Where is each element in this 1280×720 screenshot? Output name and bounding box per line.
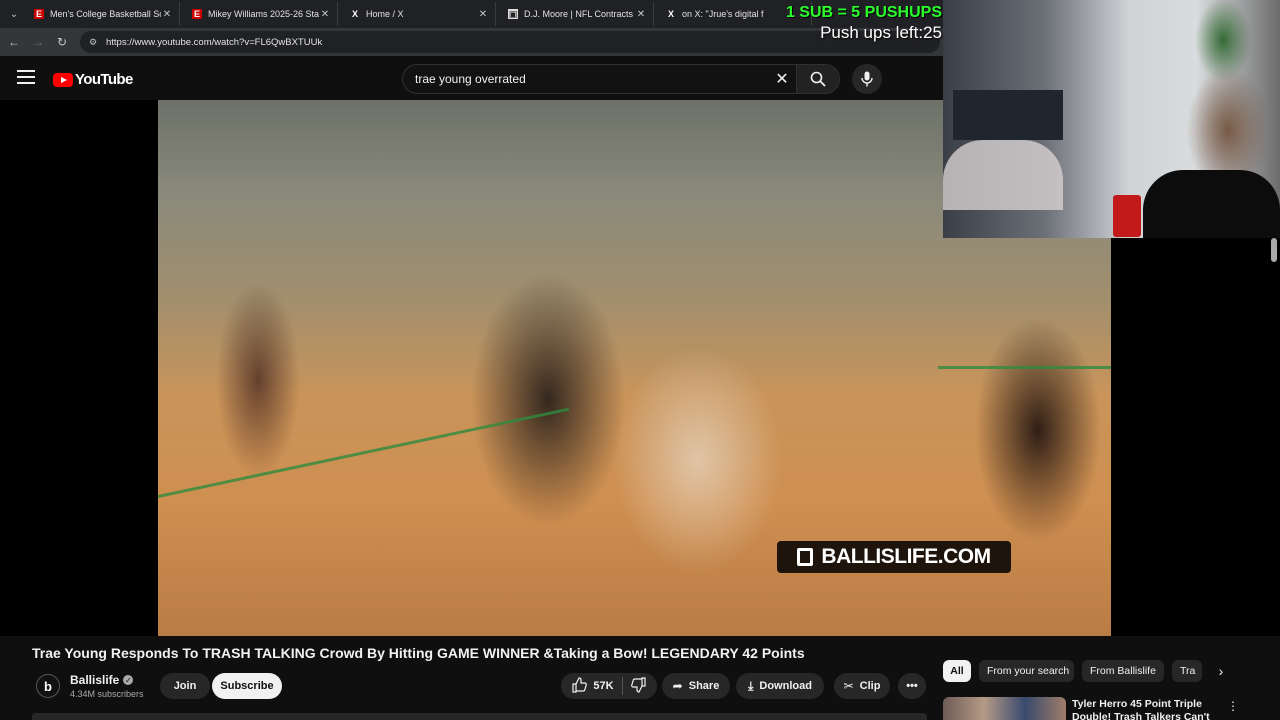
share-arrow-icon: ➦ bbox=[672, 679, 683, 693]
webcam-red-cup bbox=[1113, 195, 1141, 237]
search-icon bbox=[810, 71, 826, 87]
espn-icon: E bbox=[34, 9, 44, 19]
join-button[interactable]: Join bbox=[160, 673, 210, 699]
clip-label: Clip bbox=[859, 680, 881, 692]
pushup-rule: 1 SUB = 5 PUSHUPS bbox=[785, 4, 942, 21]
youtube-play-icon bbox=[53, 72, 73, 87]
webcam-overlay bbox=[943, 0, 1280, 238]
chip-from-your-search[interactable]: From your search bbox=[979, 660, 1074, 682]
ballislife-logo-icon bbox=[797, 548, 814, 566]
youtube-header: YouTube trae young overrated ✕ bbox=[0, 56, 943, 100]
search-button[interactable] bbox=[796, 64, 840, 94]
chip-related[interactable]: Tra bbox=[1172, 660, 1202, 682]
chevron-right-icon[interactable]: › bbox=[1210, 660, 1232, 682]
browser-tab-3[interactable]: X Home / X ✕ bbox=[346, 2, 496, 26]
like-count[interactable]: 57K bbox=[593, 680, 613, 692]
webcam-window bbox=[953, 90, 1063, 140]
divider bbox=[621, 677, 623, 695]
more-actions-button[interactable]: ••• bbox=[898, 673, 926, 699]
tab-title: Men's College Basketball Schedule bbox=[50, 9, 161, 19]
x-icon: X bbox=[351, 9, 358, 19]
tab-title: D.J. Moore | NFL Contracts & S bbox=[524, 9, 635, 19]
download-button[interactable]: ⤓ Download bbox=[736, 673, 824, 699]
description-box[interactable] bbox=[32, 713, 927, 720]
ballislife-watermark: BALLISLIFE.COM bbox=[777, 541, 1011, 573]
youtube-logo-text: YouTube bbox=[75, 71, 133, 88]
back-arrow-icon[interactable]: ← bbox=[6, 34, 22, 50]
recommended-title[interactable]: Tyler Herro 45 Point Triple Double! Tras… bbox=[1072, 698, 1222, 720]
browser-tab-2[interactable]: E Mikey Williams 2025-26 Stats p ✕ bbox=[188, 2, 338, 26]
clip-button[interactable]: ✂ Clip bbox=[834, 673, 890, 699]
url-text: https://www.youtube.com/watch?v=FL6QwBXT… bbox=[106, 36, 323, 48]
site-info-icon[interactable]: ⚙ bbox=[86, 35, 100, 49]
browser-tab-4[interactable]: ▣ D.J. Moore | NFL Contracts & S ✕ bbox=[504, 2, 654, 26]
pushups-left: Push ups left:25 bbox=[820, 23, 942, 42]
spotrac-icon: ▣ bbox=[508, 8, 518, 19]
chip-from-ballislife[interactable]: From Ballislife bbox=[1082, 660, 1164, 682]
subscribe-button[interactable]: Subscribe bbox=[212, 673, 282, 699]
tab-close-icon[interactable]: ✕ bbox=[477, 9, 489, 20]
subscriber-count: 4.34M subscribers bbox=[70, 689, 144, 699]
watermark-text: BALLISLIFE.COM bbox=[821, 545, 991, 568]
channel-name[interactable]: Ballislife bbox=[70, 673, 119, 687]
webcam-couch bbox=[943, 140, 1063, 210]
like-icon[interactable] bbox=[571, 676, 588, 696]
more-vertical-icon[interactable]: ⋮ bbox=[1227, 699, 1239, 713]
tab-close-icon[interactable]: ✕ bbox=[161, 9, 173, 20]
x-icon: X bbox=[667, 9, 674, 19]
download-label: Download bbox=[759, 680, 812, 692]
recommended-thumbnail[interactable] bbox=[943, 697, 1066, 720]
menu-icon[interactable] bbox=[17, 70, 35, 84]
video-title: Trae Young Responds To TRASH TALKING Cro… bbox=[32, 645, 805, 661]
dislike-icon[interactable] bbox=[630, 676, 647, 696]
search-query: trae young overrated bbox=[415, 72, 526, 86]
webcam-person bbox=[1143, 170, 1280, 238]
chip-all[interactable]: All bbox=[943, 660, 971, 682]
like-dislike-group: 57K bbox=[561, 673, 657, 699]
tab-title: Home / X bbox=[366, 9, 404, 19]
more-horizontal-icon: ••• bbox=[906, 680, 918, 692]
recommended-video[interactable]: Tyler Herro 45 Point Triple Double! Tras… bbox=[943, 697, 1273, 720]
court-line bbox=[938, 366, 1111, 369]
espn-icon: E bbox=[192, 9, 202, 19]
youtube-logo[interactable]: YouTube bbox=[53, 71, 133, 88]
tab-close-icon[interactable]: ✕ bbox=[635, 9, 647, 20]
stream-overlay-text: 1 SUB = 5 PUSHUPS Push ups left:25 bbox=[786, 4, 942, 44]
download-icon: ⤓ bbox=[748, 678, 754, 693]
voice-search-button[interactable] bbox=[852, 64, 882, 94]
microphone-icon bbox=[861, 71, 873, 87]
scissors-icon: ✂ bbox=[843, 679, 854, 693]
channel-avatar[interactable]: b bbox=[36, 674, 60, 698]
tab-close-icon[interactable]: ✕ bbox=[319, 9, 331, 20]
page-scrollbar[interactable] bbox=[1271, 238, 1277, 262]
share-button[interactable]: ➦ Share bbox=[662, 673, 730, 699]
reload-icon[interactable]: ↻ bbox=[54, 34, 70, 50]
court-line bbox=[158, 407, 570, 498]
forward-arrow-icon[interactable]: → bbox=[30, 34, 46, 50]
share-label: Share bbox=[688, 680, 720, 692]
clear-search-icon[interactable]: ✕ bbox=[770, 69, 794, 89]
channel-info: b Ballislife ✓ 4.34M subscribers bbox=[36, 673, 144, 699]
verified-check-icon: ✓ bbox=[123, 675, 134, 685]
browser-tab-1[interactable]: E Men's College Basketball Schedule ✕ bbox=[30, 2, 180, 26]
search-input[interactable]: trae young overrated ✕ bbox=[402, 64, 796, 94]
tab-search-chevron-icon[interactable]: ⌄ bbox=[4, 4, 24, 24]
tab-title: Mikey Williams 2025-26 Stats p bbox=[208, 9, 319, 19]
